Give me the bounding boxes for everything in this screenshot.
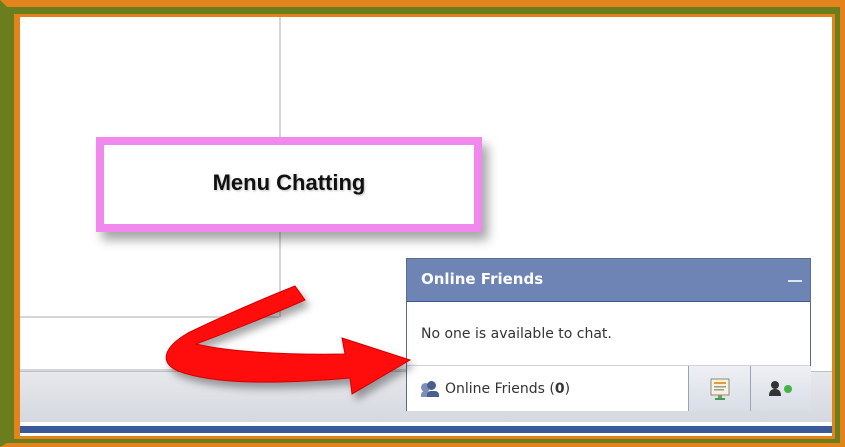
annotation-arrow <box>165 285 412 395</box>
